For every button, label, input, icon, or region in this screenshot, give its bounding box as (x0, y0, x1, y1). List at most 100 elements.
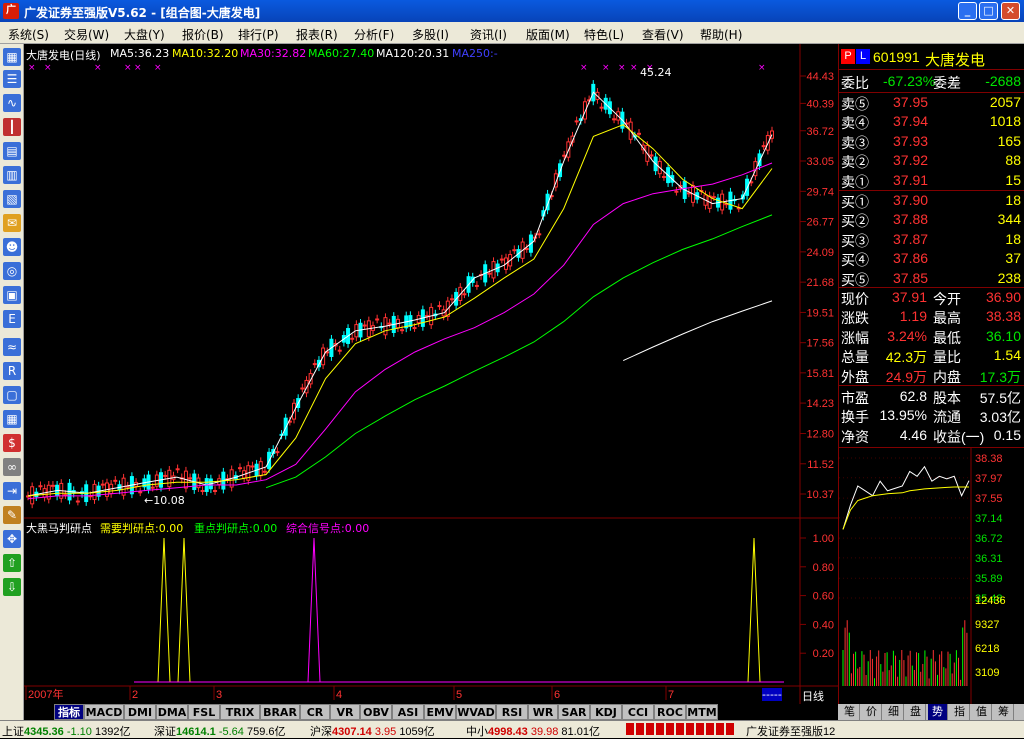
period-marker[interactable]: ----- (762, 688, 782, 701)
candle-chart-icon[interactable]: ┃ (3, 118, 21, 136)
sell-row[interactable]: 卖① 37.91 15 (839, 171, 1024, 190)
menu-news[interactable]: 资讯(I) (470, 26, 507, 43)
link-icon[interactable]: ∞ (3, 458, 21, 476)
menu-help[interactable]: 帮助(H) (700, 26, 742, 43)
tab-vr[interactable]: VR (330, 704, 360, 720)
sell-row[interactable]: 卖③ 37.93 165 (839, 132, 1024, 151)
move-icon[interactable]: ✥ (3, 530, 21, 548)
tab-asi[interactable]: ASI (392, 704, 424, 720)
tab-kdj[interactable]: KDJ (590, 704, 622, 720)
period-label[interactable]: 日线 (802, 688, 824, 704)
tab-trix[interactable]: TRIX (220, 704, 260, 720)
buy-row[interactable]: 买② 37.88 344 (839, 210, 1024, 229)
menu-market[interactable]: 大盘(Y) (124, 26, 165, 43)
left-toolbar: ▦ ☰ ∿ ┃ ▤ ▥ ▧ ✉ ☻ ◎ ▣ E ≈ R ▢ ▦ $ ∞ ⇥ ✎ … (0, 44, 24, 720)
fund-icon[interactable]: ◎ (3, 262, 21, 280)
table-icon[interactable]: ▤ (3, 142, 21, 160)
arrow-down-icon[interactable]: ⇩ (3, 578, 21, 596)
title-bar[interactable]: 广 广发证券至强版V5.62 - [组合图-大唐发电] _ □ ✕ (0, 0, 1024, 22)
tab-wr[interactable]: WR (528, 704, 558, 720)
login-icon[interactable]: ⇥ (3, 482, 21, 500)
sh-index[interactable]: 上证4345.36 -1.10 1392亿 (2, 723, 130, 739)
tab-obv[interactable]: OBV (360, 704, 392, 720)
wave-icon[interactable]: ≈ (3, 338, 21, 356)
tab-macd[interactable]: MACD (84, 704, 124, 720)
dollar-icon[interactable]: $ (3, 434, 21, 452)
mini-axis-label: 37.55 (975, 493, 1003, 505)
menu-system[interactable]: 系统(S) (8, 26, 49, 43)
menu-quote[interactable]: 报价(B) (182, 26, 224, 43)
price-axis-label: 14.23 (806, 398, 834, 410)
tab-fsl[interactable]: FSL (188, 704, 220, 720)
panel-tab[interactable]: 值 (972, 704, 992, 720)
menu-rank[interactable]: 排行(P) (238, 26, 279, 43)
mini-axis-label: 38.38 (975, 453, 1003, 465)
kline-chart-area[interactable]: 44.43 40.39 36.72 33.05 29.74 26.77 24.09 21.68… (24, 44, 838, 704)
tab-wvad[interactable]: WVAD (456, 704, 496, 720)
report-icon[interactable]: ▥ (3, 166, 21, 184)
close-button[interactable]: ✕ (1001, 2, 1020, 20)
stat-row: 涨幅 3.24% 最低 36.10 (841, 327, 1021, 346)
intraday-chart[interactable]: 38.3837.9737.5537.1436.7236.3135.8935.48… (839, 448, 1024, 704)
tab-cr[interactable]: CR (300, 704, 330, 720)
hs-index[interactable]: 沪深4307.14 3.95 1059亿 (310, 723, 435, 739)
indicator-axis-label: 0.40 (813, 619, 834, 631)
buy-row[interactable]: 买③ 37.87 18 (839, 230, 1024, 249)
users-icon[interactable]: ☻ (3, 238, 21, 256)
buy-row[interactable]: 买① 37.90 18 (839, 191, 1024, 210)
calendar-icon[interactable]: ▦ (3, 410, 21, 428)
sell-row[interactable]: 卖② 37.92 88 (839, 151, 1024, 170)
list-icon[interactable]: ☰ (3, 70, 21, 88)
panel-tab[interactable]: 筹 (994, 704, 1014, 720)
panel-tab[interactable]: 盘 (906, 704, 926, 720)
maximize-button[interactable]: □ (979, 2, 998, 20)
tab-sar[interactable]: SAR (558, 704, 590, 720)
price-axis-label: 29.74 (806, 186, 834, 198)
tab-dmi[interactable]: DMI (124, 704, 156, 720)
tab-emv[interactable]: EMV (424, 704, 456, 720)
box-icon[interactable]: ▢ (3, 386, 21, 404)
indicator-item-key: 重点判研点:0.00 (194, 522, 278, 535)
panel-tab[interactable]: 势 (928, 704, 948, 720)
menu-analysis[interactable]: 分析(F) (354, 26, 394, 43)
pen-icon[interactable]: ✎ (3, 506, 21, 524)
candle-body (499, 258, 504, 261)
buy-row[interactable]: 买⑤ 37.85 238 (839, 269, 1024, 288)
menu-multi[interactable]: 多股(I) (412, 26, 449, 43)
ma250-legend: MA250:- (452, 47, 498, 60)
tab-指标[interactable]: 指标 (54, 704, 84, 720)
sz-index[interactable]: 深证14614.1 -5.64 759.6亿 (154, 723, 286, 739)
rsi-icon[interactable]: R (3, 362, 21, 380)
menu-trade[interactable]: 交易(W) (64, 26, 109, 43)
tab-roc[interactable]: ROC (654, 704, 686, 720)
tab-cci[interactable]: CCI (622, 704, 654, 720)
panel-tab[interactable]: 细 (884, 704, 904, 720)
minimize-button[interactable]: _ (958, 2, 977, 20)
tab-dma[interactable]: DMA (156, 704, 188, 720)
menu-feature[interactable]: 特色(L) (584, 26, 624, 43)
sell-row[interactable]: 卖⑤ 37.95 2057 (839, 93, 1024, 112)
signal-marker: × (44, 63, 52, 73)
menu-layout[interactable]: 版面(M) (526, 26, 570, 43)
bond-icon[interactable]: ▣ (3, 286, 21, 304)
panel-tab-bar: 笔价细盘势指值筹 (838, 704, 1024, 720)
sell-row[interactable]: 卖④ 37.94 1018 (839, 112, 1024, 131)
menu-view[interactable]: 查看(V) (642, 26, 684, 43)
zx-index[interactable]: 中小4998.43 39.98 81.01亿 (466, 723, 600, 739)
panel-tab[interactable]: 指 (950, 704, 970, 720)
arrow-up-icon[interactable]: ⇧ (3, 554, 21, 572)
etf-icon[interactable]: E (3, 310, 21, 328)
tab-mtm[interactable]: MTM (686, 704, 718, 720)
ma120-legend: MA120:20.31 (376, 47, 450, 60)
menu-report[interactable]: 报表(R) (296, 26, 338, 43)
document-icon[interactable]: ▧ (3, 190, 21, 208)
mail-icon[interactable]: ✉ (3, 214, 21, 232)
stat-row: 总量 42.3万 量比 1.54 (841, 347, 1021, 366)
panel-tab[interactable]: 价 (862, 704, 882, 720)
line-chart-icon[interactable]: ∿ (3, 94, 21, 112)
grid-icon[interactable]: ▦ (3, 48, 21, 66)
panel-tab[interactable]: 笔 (840, 704, 860, 720)
buy-row[interactable]: 买④ 37.86 37 (839, 249, 1024, 268)
tab-rsi[interactable]: RSI (496, 704, 528, 720)
tab-brar[interactable]: BRAR (260, 704, 300, 720)
